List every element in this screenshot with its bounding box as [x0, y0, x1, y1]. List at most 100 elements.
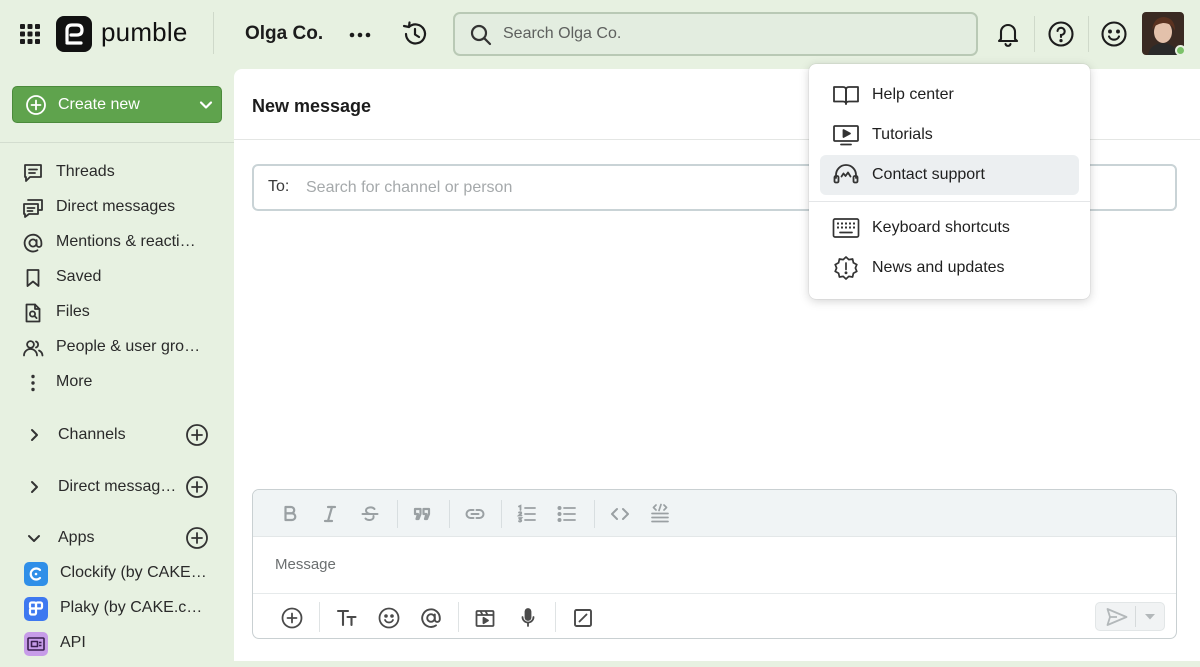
app-grid-icon[interactable]: [18, 22, 42, 46]
bell-icon[interactable]: [993, 19, 1023, 49]
clockify-icon: [24, 562, 48, 586]
people-icon: [22, 337, 44, 359]
bookmark-icon: [22, 267, 44, 289]
api-icon: [24, 632, 48, 656]
add-app-icon[interactable]: [185, 526, 209, 550]
help-circle-icon[interactable]: [1046, 19, 1076, 49]
sidebar-item-label: Saved: [56, 268, 102, 285]
sidebar-item-mentions[interactable]: Mentions & reacti…: [22, 227, 227, 257]
sidebar-section-apps[interactable]: Apps: [22, 522, 217, 554]
link-icon[interactable]: [463, 502, 487, 526]
menu-item-keyboard-shortcuts[interactable]: Keyboard shortcuts: [820, 208, 1079, 248]
top-bar: pumble Olga Co.: [0, 0, 1200, 68]
section-label: Direct messag…: [58, 478, 177, 495]
emoji-icon[interactable]: [377, 606, 401, 630]
menu-divider: [809, 201, 1090, 202]
send-button-group: [1095, 602, 1165, 631]
sidebar-item-label: Direct messages: [56, 198, 176, 215]
chevron-right-icon[interactable]: [26, 479, 42, 495]
sidebar-item-people[interactable]: People & user gro…: [22, 332, 227, 362]
toolbar-divider: [449, 500, 450, 528]
create-new-button[interactable]: Create new: [12, 86, 222, 123]
toolbar-divider: [458, 602, 459, 632]
menu-item-label: Contact support: [872, 166, 985, 183]
avatar[interactable]: [1142, 12, 1186, 56]
message-input[interactable]: [275, 553, 1075, 575]
toolbar-divider: [397, 500, 398, 528]
at-icon: [22, 232, 44, 254]
section-label: Channels: [58, 426, 126, 443]
mention-icon[interactable]: [419, 606, 443, 630]
code-block-icon[interactable]: [648, 502, 672, 526]
sidebar-section-direct-messages[interactable]: Direct messag…: [22, 471, 217, 503]
pumble-logo-icon: [56, 16, 92, 52]
workspace-name[interactable]: Olga Co.: [245, 23, 323, 45]
app-label: Plaky (by CAKE.c…: [60, 599, 203, 616]
attach-plus-icon[interactable]: [280, 606, 304, 630]
header-divider: [1088, 16, 1089, 52]
add-direct-message-icon[interactable]: [185, 475, 209, 499]
sidebar-item-threads[interactable]: Threads: [22, 157, 227, 187]
keyboard-icon: [832, 216, 860, 240]
menu-item-label: News and updates: [872, 259, 1005, 276]
message-composer: [252, 489, 1177, 639]
bulleted-list-icon[interactable]: [555, 502, 579, 526]
sidebar-item-saved[interactable]: Saved: [22, 262, 227, 292]
book-icon: [832, 83, 860, 107]
sidebar-item-files[interactable]: Files: [22, 297, 227, 327]
chevron-down-icon[interactable]: [197, 96, 215, 114]
menu-item-label: Help center: [872, 86, 954, 103]
menu-item-help-center[interactable]: Help center: [820, 75, 1079, 115]
italic-icon[interactable]: [318, 502, 342, 526]
toolbar-divider: [555, 602, 556, 632]
strikethrough-icon[interactable]: [358, 502, 382, 526]
sidebar-app-clockify[interactable]: Clockify (by CAKE…: [24, 559, 229, 587]
slash-command-icon[interactable]: [571, 606, 595, 630]
threads-icon: [22, 162, 44, 184]
quote-icon[interactable]: [410, 502, 434, 526]
menu-item-tutorials[interactable]: Tutorials: [820, 115, 1079, 155]
composer-actions: [253, 593, 1176, 638]
online-status-indicator: [1175, 45, 1186, 56]
send-divider: [1135, 606, 1136, 627]
sidebar-app-api[interactable]: API: [24, 629, 229, 657]
menu-item-contact-support[interactable]: Contact support: [820, 155, 1079, 195]
bold-icon[interactable]: [278, 502, 302, 526]
toolbar-divider: [501, 500, 502, 528]
search-bar[interactable]: [453, 12, 978, 56]
numbered-list-icon[interactable]: [515, 502, 539, 526]
sidebar-item-more[interactable]: More: [22, 367, 227, 397]
sidebar-item-label: Mentions & reacti…: [56, 233, 196, 250]
text-format-icon[interactable]: [335, 606, 359, 630]
chevron-right-icon[interactable]: [26, 427, 42, 443]
chevron-down-icon[interactable]: [26, 530, 42, 546]
sidebar-item-label: More: [56, 373, 93, 390]
sidebar-item-direct-messages[interactable]: Direct messages: [22, 192, 227, 222]
send-icon[interactable]: [1105, 606, 1129, 628]
create-new-label: Create new: [58, 96, 140, 113]
direct-messages-icon: [22, 197, 44, 219]
send-options-chevron-icon[interactable]: [1143, 611, 1157, 623]
video-clip-icon[interactable]: [473, 606, 497, 630]
sidebar-section-channels[interactable]: Channels: [22, 419, 217, 451]
menu-item-label: Tutorials: [872, 126, 933, 143]
toolbar-divider: [594, 500, 595, 528]
more-horizontal-icon[interactable]: [347, 22, 373, 48]
search-input[interactable]: [503, 22, 943, 46]
code-icon[interactable]: [608, 502, 632, 526]
section-label: Apps: [58, 529, 95, 546]
app-label: API: [60, 634, 86, 651]
menu-item-label: Keyboard shortcuts: [872, 219, 1010, 236]
history-icon[interactable]: [401, 20, 429, 48]
sidebar-app-plaky[interactable]: Plaky (by CAKE.c…: [24, 594, 229, 622]
plaky-icon: [24, 597, 48, 621]
add-channel-icon[interactable]: [185, 423, 209, 447]
menu-item-news-and-updates[interactable]: News and updates: [820, 248, 1079, 288]
microphone-icon[interactable]: [516, 606, 540, 630]
file-search-icon: [22, 302, 44, 324]
brand-name: pumble: [101, 17, 188, 47]
toolbar-divider: [319, 602, 320, 632]
smiley-status-icon[interactable]: [1099, 19, 1129, 49]
plus-circle-icon: [25, 94, 47, 116]
sidebar-item-label: Threads: [56, 163, 115, 180]
